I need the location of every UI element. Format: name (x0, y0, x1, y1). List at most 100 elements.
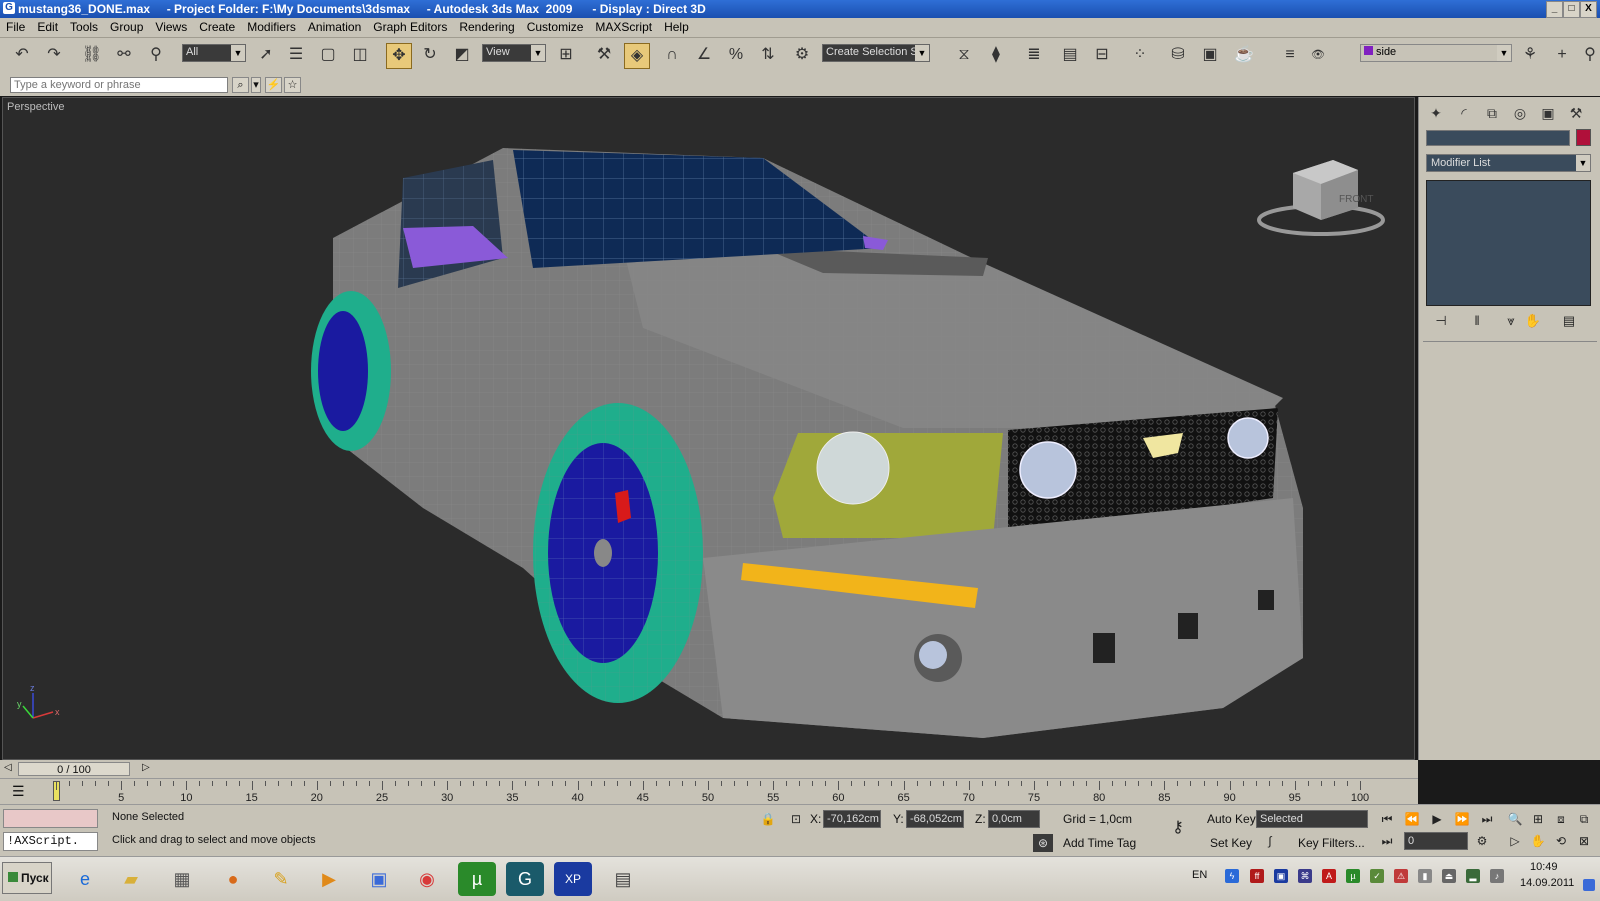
tray-security-icon[interactable]: ⚠ (1394, 869, 1408, 883)
mirror-icon[interactable]: ⧖ (952, 43, 976, 67)
add-to-layer-icon[interactable]: + (1550, 43, 1574, 67)
show-desktop-icon[interactable] (1583, 879, 1595, 891)
tray-signal-icon[interactable]: ▂ (1466, 869, 1480, 883)
absolute-mode-icon[interactable]: ⊡ (786, 810, 806, 828)
create-tab-icon[interactable]: ✦ (1424, 103, 1448, 123)
pivot-center-icon[interactable]: ⊞ (554, 43, 578, 67)
menu-animation[interactable]: Animation (302, 18, 367, 34)
unlink-icon[interactable]: ⚯ (112, 43, 136, 67)
zoom-extents-icon[interactable]: ⧈ (1551, 810, 1571, 828)
edit-named-selection-icon[interactable]: ⚙ (790, 43, 814, 67)
3dsmax-taskbar-icon[interactable]: G (506, 862, 544, 896)
object-name-field[interactable] (1426, 130, 1570, 146)
maximize-button[interactable]: □ (1563, 1, 1580, 18)
minimize-button[interactable]: _ (1546, 1, 1563, 18)
modifier-stack[interactable] (1426, 180, 1591, 306)
rendered-frame-window-icon[interactable]: ▣ (1198, 43, 1222, 67)
selection-filter-dropdown[interactable]: All ▼ (182, 44, 246, 62)
start-button[interactable]: Пуск (2, 862, 52, 894)
search-input[interactable] (10, 77, 228, 93)
tray-usb-icon[interactable]: ⏏ (1442, 869, 1456, 883)
hierarchy-tab-icon[interactable]: ⧉ (1480, 103, 1504, 123)
add-time-tag[interactable]: Add Time Tag (1063, 836, 1136, 850)
menu-modifiers[interactable]: Modifiers (241, 18, 302, 34)
utorrent-icon[interactable]: µ (458, 862, 496, 896)
select-object-icon[interactable]: ➚ (254, 43, 278, 67)
menu-customize[interactable]: Customize (521, 18, 590, 34)
open-mini-curve-editor-icon[interactable]: ☰ (12, 783, 25, 800)
schematic-view-icon[interactable]: ⊟ (1090, 43, 1114, 67)
time-configuration-icon[interactable]: ⚙ (1472, 832, 1492, 850)
chrome-icon[interactable]: ◉ (408, 862, 446, 896)
pan-view-icon[interactable]: ✋ (1528, 832, 1548, 850)
tray-antivirus-icon[interactable]: ✓ (1370, 869, 1384, 883)
menu-create[interactable]: Create (193, 18, 241, 34)
tray-monitor-icon[interactable]: ▣ (1274, 869, 1288, 883)
pin-stack-icon[interactable]: ⊣ (1431, 313, 1451, 331)
layer-visibility-icon[interactable]: 👁 (1306, 43, 1330, 67)
key-filters-button[interactable]: Key Filters... (1298, 836, 1365, 850)
modify-tab-icon[interactable]: ◜ (1452, 103, 1476, 123)
calendar-icon[interactable]: ▤ (604, 862, 642, 896)
communication-center-icon[interactable]: ⚡ (265, 77, 282, 93)
selection-lock-icon[interactable]: 🔒 (758, 810, 778, 828)
set-key-button[interactable]: Set Key (1210, 836, 1252, 850)
utilities-tab-icon[interactable]: ⚒ (1564, 103, 1588, 123)
motion-tab-icon[interactable]: ◎ (1508, 103, 1532, 123)
menu-rendering[interactable]: Rendering (453, 18, 520, 34)
snaps-toggle-icon[interactable]: ∩ (660, 43, 684, 67)
tray-volume-icon[interactable]: ♪ (1490, 869, 1504, 883)
y-coordinate-field[interactable]: -68,052cm (906, 810, 964, 828)
reference-coordinate-dropdown[interactable]: View ▼ (482, 44, 546, 62)
perspective-viewport[interactable]: Perspective FRONT z y x (2, 97, 1415, 760)
tray-network-icon[interactable]: ⌘ (1298, 869, 1312, 883)
select-manipulate-icon[interactable]: ⚒ (592, 43, 616, 67)
menu-edit[interactable]: Edit (31, 18, 64, 34)
play-icon[interactable]: ▶ (1427, 810, 1447, 828)
render-setup-icon[interactable]: ⛁ (1166, 43, 1190, 67)
make-unique-icon[interactable]: ⩔ (1501, 313, 1521, 331)
keyboard-shortcut-override-icon[interactable]: ◈ (624, 43, 650, 69)
pencil-app-icon[interactable]: ✎ (262, 862, 300, 896)
tray-bluetooth-icon[interactable]: ϟ (1225, 869, 1239, 883)
menu-file[interactable]: File (0, 18, 31, 34)
select-by-name-icon[interactable]: ☰ (284, 43, 308, 67)
zoom-all-icon[interactable]: ⊞ (1528, 810, 1548, 828)
go-to-start-icon[interactable]: ⏮ (1377, 810, 1397, 828)
clock-date[interactable]: 14.09.2011 (1520, 877, 1574, 889)
select-and-link-icon[interactable]: ⛓ (80, 43, 104, 67)
configure-modifier-sets-icon[interactable]: ▤ (1559, 313, 1579, 331)
previous-frame-icon[interactable]: ⏪ (1402, 810, 1422, 828)
tray-acrobat-icon[interactable]: A (1322, 869, 1336, 883)
explorer-folder-icon[interactable]: ▰ (112, 862, 150, 896)
menu-group[interactable]: Group (104, 18, 149, 34)
set-keys-key-icon[interactable]: ⚷ (1168, 819, 1188, 837)
zoom-extents-all-icon[interactable]: ⧉ (1574, 810, 1594, 828)
menu-graph-editors[interactable]: Graph Editors (367, 18, 453, 34)
field-of-view-icon[interactable]: ▷ (1505, 832, 1525, 850)
menu-help[interactable]: Help (658, 18, 695, 34)
material-editor-icon[interactable]: ⁘ (1128, 43, 1152, 67)
tray-ff-icon[interactable]: ff (1250, 869, 1264, 883)
percent-snap-icon[interactable]: % (724, 43, 748, 67)
time-tag-icon[interactable]: ⊛ (1033, 834, 1053, 852)
media-player-icon[interactable]: ▶ (310, 862, 348, 896)
key-tangent-icon[interactable]: ∫ (1260, 832, 1280, 850)
select-and-move-icon[interactable]: ✥ (386, 43, 412, 69)
maxscript-listener-output[interactable] (3, 809, 98, 828)
display-tab-icon[interactable]: ▣ (1536, 103, 1560, 123)
remove-modifier-icon[interactable]: ✋ (1523, 313, 1543, 331)
next-frame-arrow-icon[interactable]: ▷ (142, 762, 150, 773)
menu-maxscript[interactable]: MAXScript (589, 18, 658, 34)
favorites-star-icon[interactable]: ☆ (284, 77, 301, 93)
rectangular-selection-icon[interactable]: ▢ (316, 43, 340, 67)
computer-icon[interactable]: ▣ (360, 862, 398, 896)
tray-device-icon[interactable]: ▮ (1418, 869, 1432, 883)
align-icon[interactable]: ⧫ (984, 43, 1008, 67)
maximize-viewport-icon[interactable]: ⊠ (1574, 832, 1594, 850)
show-end-result-icon[interactable]: ‖ (1467, 313, 1487, 331)
key-mode-dropdown[interactable]: Selected (1256, 810, 1368, 828)
bind-to-space-warp-icon[interactable]: ⚲ (144, 43, 168, 67)
time-slider[interactable]: ◁ 0 / 100 ▷ (0, 760, 1418, 778)
clock-time[interactable]: 10:49 (1530, 861, 1558, 873)
